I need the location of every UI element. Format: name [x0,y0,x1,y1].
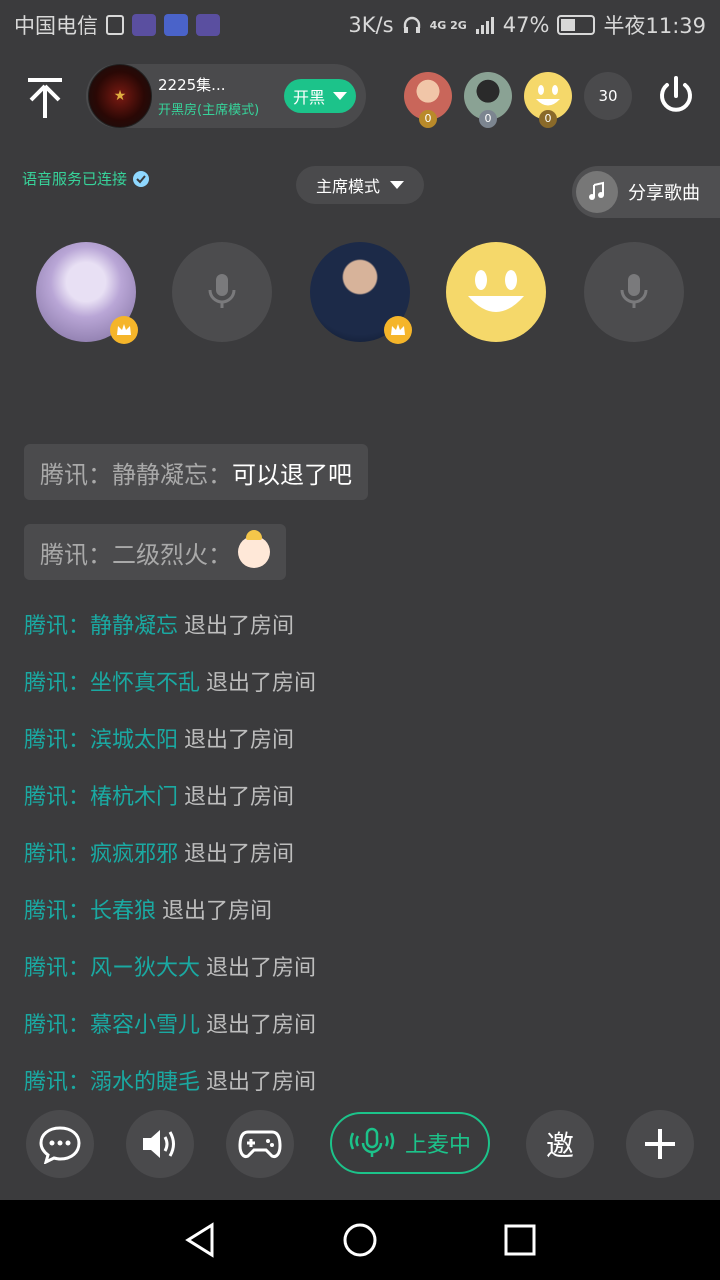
member-avatar-2[interactable]: 0 [464,72,512,128]
share-song-label: 分享歌曲 [628,183,700,204]
mic-status-label: 上麦中 [404,1133,471,1158]
carrier-label: 中国电信 [14,14,98,38]
bottom-toolbar: 上麦中 邀 [0,1110,720,1178]
network-type: 4G 2G [429,18,467,32]
room-mode-label: 开黑房(主席模式) [158,103,260,118]
room-avatar: ★ [88,64,152,128]
mic-icon [620,274,648,308]
system-user[interactable]: 滨城太阳 [90,728,178,753]
check-icon [133,170,150,187]
mode-select[interactable]: 主席模式 [296,166,424,204]
system-message: 腾讯：椿杭木门 退出了房间 [24,785,295,810]
message-sender: 腾讯：二级烈火： [40,540,232,569]
system-message: 腾讯：慕容小雪儿 退出了房间 [24,1013,317,1038]
system-message: 腾讯：滨城太阳 退出了房间 [24,728,295,753]
mic-on-icon [349,1127,395,1157]
gamepad-icon [238,1130,282,1158]
battery-icon [557,15,596,35]
system-message: 腾讯：坐怀真不乱 退出了房间 [24,671,317,696]
system-user[interactable]: 坐怀真不乱 [90,671,200,696]
message-sender: 腾讯：静静凝忘： [40,460,232,489]
baby-face-emoji-icon [238,530,270,568]
seat-3[interactable] [310,242,412,344]
app-notification-icon-2 [196,14,220,36]
member-avatar-1[interactable]: 0 [404,72,452,128]
message-text: 可以退了吧 [232,460,352,489]
seat-5[interactable] [584,242,684,342]
member-badge: 0 [479,110,497,128]
system-user[interactable]: 风ー狄大大 [90,956,200,981]
invite-button[interactable]: 邀 [526,1110,594,1178]
mic-status-button[interactable]: 上麦中 [330,1112,490,1174]
invite-label: 邀 [545,1129,574,1162]
mode-select-label: 主席模式 [315,177,380,196]
baidu-icon [164,14,188,36]
member-avatar-3[interactable]: 0 [524,72,572,128]
system-message: 腾讯：风ー狄大大 退出了房间 [24,956,317,981]
speaker-button[interactable] [126,1110,194,1178]
chevron-down-icon [333,92,347,100]
member-badge: 0 [419,110,437,128]
system-nav-bar [0,1200,720,1280]
voice-status-label: 语音服务已连接 [22,170,128,188]
seat-2[interactable] [172,242,272,342]
system-message: 腾讯：疯疯邪邪 退出了房间 [24,842,295,867]
room-header: ★ 2225集... 开黑房(主席模式) 开黑 0 0 0 30 [0,62,720,132]
chat-bubble-icon [39,1126,81,1164]
mic-icon [208,274,236,308]
power-icon[interactable] [654,74,698,118]
crown-icon [384,316,412,344]
chat-message: 腾讯：二级烈火： [24,524,286,580]
open-game-label: 开黑 [292,88,325,107]
system-user[interactable]: 静静凝忘 [90,614,178,639]
battery-percent: 47% [502,13,550,37]
app-notification-icon [132,14,156,36]
chevron-down-icon [390,181,404,189]
upload-icon [106,15,124,35]
speaker-icon [143,1130,175,1158]
back-triangle-icon[interactable] [182,1222,218,1258]
share-song-button[interactable]: 分享歌曲 [572,166,720,218]
home-circle-icon[interactable] [342,1222,378,1258]
crown-icon [110,316,138,344]
seat-4[interactable] [446,242,546,342]
room-logo-icon: ★ [113,88,127,104]
open-game-button[interactable]: 开黑 [284,79,356,113]
game-button[interactable] [226,1110,294,1178]
system-message: 腾讯：静静凝忘 退出了房间 [24,614,295,639]
recent-apps-icon[interactable] [502,1222,538,1258]
minimize-room-icon[interactable] [22,74,68,120]
room-card[interactable]: ★ 2225集... 开黑房(主席模式) 开黑 [86,64,366,128]
chat-button[interactable] [26,1110,94,1178]
system-message: 腾讯：溺水的睫毛 退出了房间 [24,1070,317,1095]
system-user[interactable]: 慕容小雪儿 [90,1013,200,1038]
member-count-button[interactable]: 30 [584,72,632,120]
room-name: 2225集... [158,76,226,94]
network-speed: 3K/s [348,13,394,37]
system-message: 腾讯：长春狼 退出了房间 [24,899,273,924]
system-user[interactable]: 疯疯邪邪 [90,842,178,867]
member-badge: 0 [539,110,557,128]
signal-icon [475,17,494,34]
clock: 半夜11:39 [603,14,706,38]
music-note-icon [576,171,618,213]
system-user[interactable]: 椿杭木门 [90,785,178,810]
add-button[interactable] [626,1110,694,1178]
chat-message: 腾讯：静静凝忘： 可以退了吧 [24,444,368,500]
smiley-avatar-icon [468,270,524,312]
voice-status: 语音服务已连接 [22,168,150,189]
plus-icon [645,1129,675,1159]
system-user[interactable]: 溺水的睫毛 [90,1070,200,1095]
status-bar: 中国电信 3K/s 4G 2G 47% 半夜11:39 [0,0,720,50]
headphone-icon [403,16,420,33]
seat-1[interactable] [36,242,138,344]
system-user[interactable]: 长春狼 [90,899,156,924]
